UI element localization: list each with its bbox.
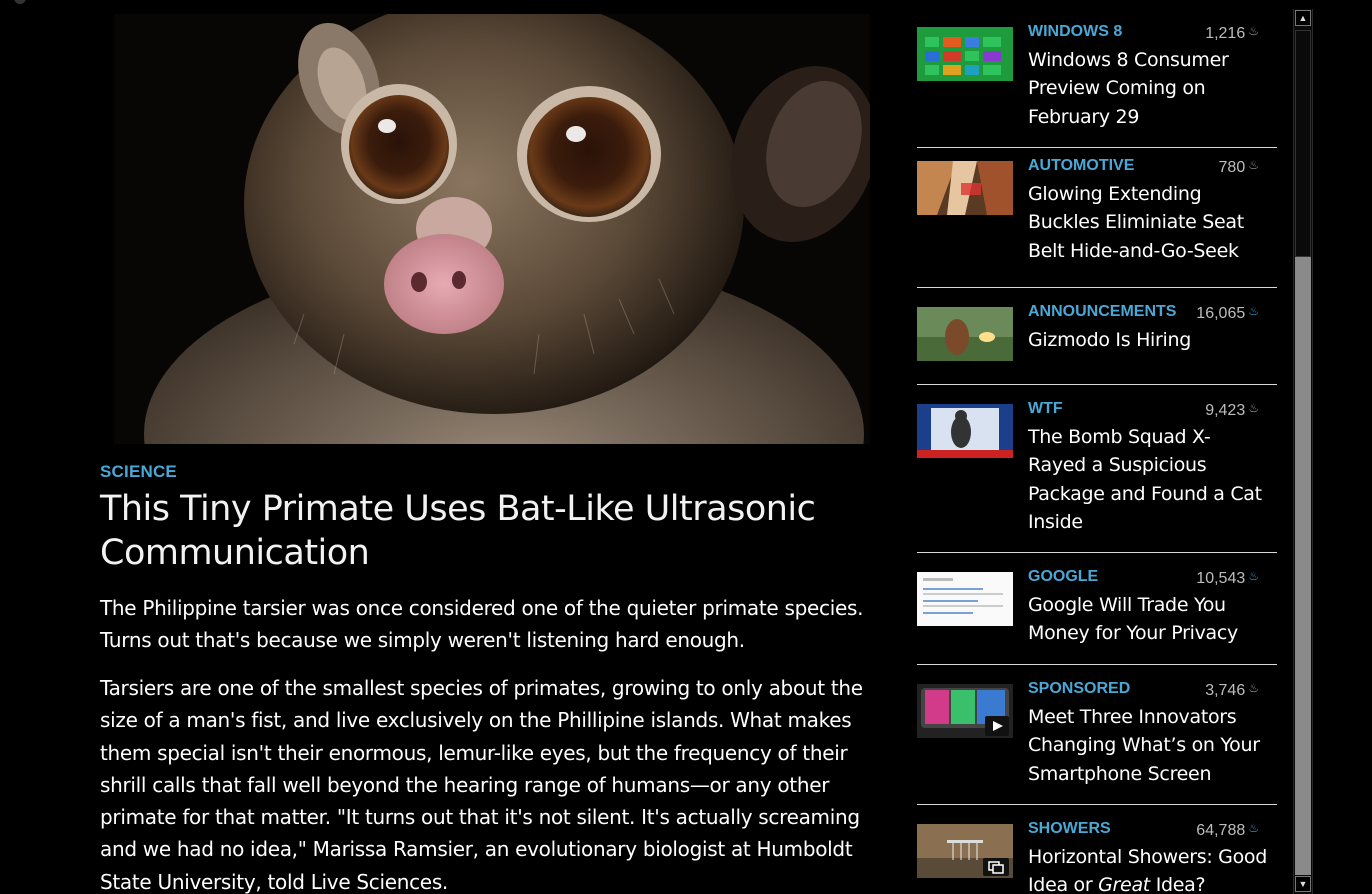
- sidebar-item-view-count: 10,543 ♨: [1196, 569, 1259, 587]
- scroll-down-arrow-icon[interactable]: ▼: [1295, 876, 1311, 892]
- sidebar-popular-list: WINDOWS 8 1,216 ♨ Windows 8 Consumer Prev…: [917, 14, 1277, 894]
- page: SCIENCE This Tiny Primate Uses Bat-Like …: [0, 0, 1372, 894]
- sidebar-item-title[interactable]: Windows 8 Consumer Preview Coming on Feb…: [1028, 46, 1268, 131]
- seat-belt-buckle-thumbnail-icon: [917, 161, 1013, 215]
- sidebar-thumbnail[interactable]: [917, 824, 1013, 878]
- sidebar-item-view-count: 9,423 ♨: [1205, 401, 1259, 419]
- sidebar-item-category[interactable]: AUTOMOTIVE: [1028, 157, 1134, 175]
- window-corner-dot: [14, 0, 26, 4]
- gray-flame-icon: ♨: [1248, 681, 1259, 695]
- gray-flame-icon: ♨: [1248, 401, 1259, 415]
- sidebar-item-category[interactable]: ANNOUNCEMENTS: [1028, 303, 1176, 321]
- sidebar-item-title[interactable]: Google Will Trade You Money for Your Pri…: [1028, 591, 1268, 648]
- gray-flame-icon: ♨: [1248, 24, 1259, 38]
- vertical-scrollbar[interactable]: ▲ ▼: [1293, 9, 1313, 894]
- sidebar-item-title[interactable]: Meet Three Innovators Changing What’s on…: [1028, 703, 1268, 788]
- sidebar-item-view-count: 64,788 ♨: [1196, 821, 1259, 839]
- sidebar-item-view-count: 16,065 ♨: [1196, 304, 1259, 322]
- sidebar-thumbnail[interactable]: [917, 684, 1013, 738]
- sidebar-item-title[interactable]: Glowing Extending Buckles Eliminiate Sea…: [1028, 180, 1268, 265]
- sidebar-item-category[interactable]: SHOWERS: [1028, 820, 1111, 838]
- sidebar-thumbnail[interactable]: [917, 572, 1013, 626]
- sidebar-item-title[interactable]: The Bomb Squad X-Rayed a Suspicious Pack…: [1028, 423, 1268, 536]
- sidebar-thumbnail[interactable]: [917, 161, 1013, 215]
- sidebar-item-windows-8[interactable]: WINDOWS 8 1,216 ♨ Windows 8 Consumer Prev…: [917, 14, 1277, 148]
- sidebar-item-title[interactable]: Horizontal Showers: Good Idea or Great I…: [1028, 843, 1268, 894]
- windows-tiles-thumbnail-icon: [917, 27, 1013, 81]
- sidebar-thumbnail[interactable]: [917, 404, 1013, 458]
- action-hero-thumbnail-icon: [917, 307, 1013, 361]
- article-category[interactable]: SCIENCE: [100, 462, 177, 482]
- sidebar-item-wtf[interactable]: WTF 9,423 ♨ The Bomb Squad X-Rayed a Susp…: [917, 385, 1277, 553]
- blue-flame-icon: ♨: [1248, 821, 1259, 835]
- article-body-paragraph: Tarsiers are one of the smallest species…: [100, 676, 863, 894]
- blue-flame-icon: ♨: [1248, 569, 1259, 583]
- article-deck: The Philippine tarsier was once consider…: [100, 596, 864, 652]
- article-title[interactable]: This Tiny Primate Uses Bat-Like Ultrason…: [100, 487, 860, 575]
- sidebar-item-category[interactable]: WTF: [1028, 400, 1063, 418]
- title-emphasis: Great: [1098, 874, 1150, 894]
- sidebar-item-view-count: 1,216 ♨: [1205, 24, 1259, 42]
- sidebar-item-announcements[interactable]: ANNOUNCEMENTS 16,065 ♨ Gizmodo Is Hiring: [917, 288, 1277, 385]
- blue-flame-icon: ♨: [1248, 304, 1259, 318]
- sidebar-item-category[interactable]: GOOGLE: [1028, 568, 1098, 586]
- scroll-thumb[interactable]: [1295, 257, 1311, 875]
- sidebar-item-showers[interactable]: SHOWERS 64,788 ♨ Horizontal Showers: Good…: [917, 805, 1277, 894]
- google-page-thumbnail-icon: [917, 572, 1013, 626]
- gray-flame-icon: ♨: [1248, 158, 1259, 172]
- sidebar-item-google[interactable]: GOOGLE 10,543 ♨ Google Will Trade You Mon…: [917, 553, 1277, 665]
- sidebar-item-category[interactable]: SPONSORED: [1028, 680, 1130, 698]
- article-hero-image[interactable]: [114, 14, 870, 444]
- sidebar-item-view-count: 780 ♨: [1218, 158, 1259, 176]
- tarsier-photo: [114, 14, 870, 444]
- scroll-track[interactable]: [1295, 30, 1311, 257]
- horizontal-shower-thumbnail-icon: [917, 824, 1013, 878]
- sidebar-item-automotive[interactable]: AUTOMOTIVE 780 ♨ Glowing Extending Buckle…: [917, 148, 1277, 288]
- sidebar-thumbnail[interactable]: [917, 307, 1013, 361]
- sidebar-item-view-count: 3,746 ♨: [1205, 681, 1259, 699]
- sidebar-item-sponsored[interactable]: SPONSORED 3,746 ♨ Meet Three Innovators C…: [917, 665, 1277, 805]
- scroll-up-arrow-icon[interactable]: ▲: [1295, 10, 1311, 26]
- sidebar-item-title[interactable]: Gizmodo Is Hiring: [1028, 326, 1268, 354]
- sidebar-thumbnail[interactable]: [917, 27, 1013, 81]
- smartphone-video-thumbnail-icon: [917, 684, 1013, 738]
- x-ray-cat-thumbnail-icon: [917, 404, 1013, 458]
- sidebar-item-category[interactable]: WINDOWS 8: [1028, 23, 1122, 41]
